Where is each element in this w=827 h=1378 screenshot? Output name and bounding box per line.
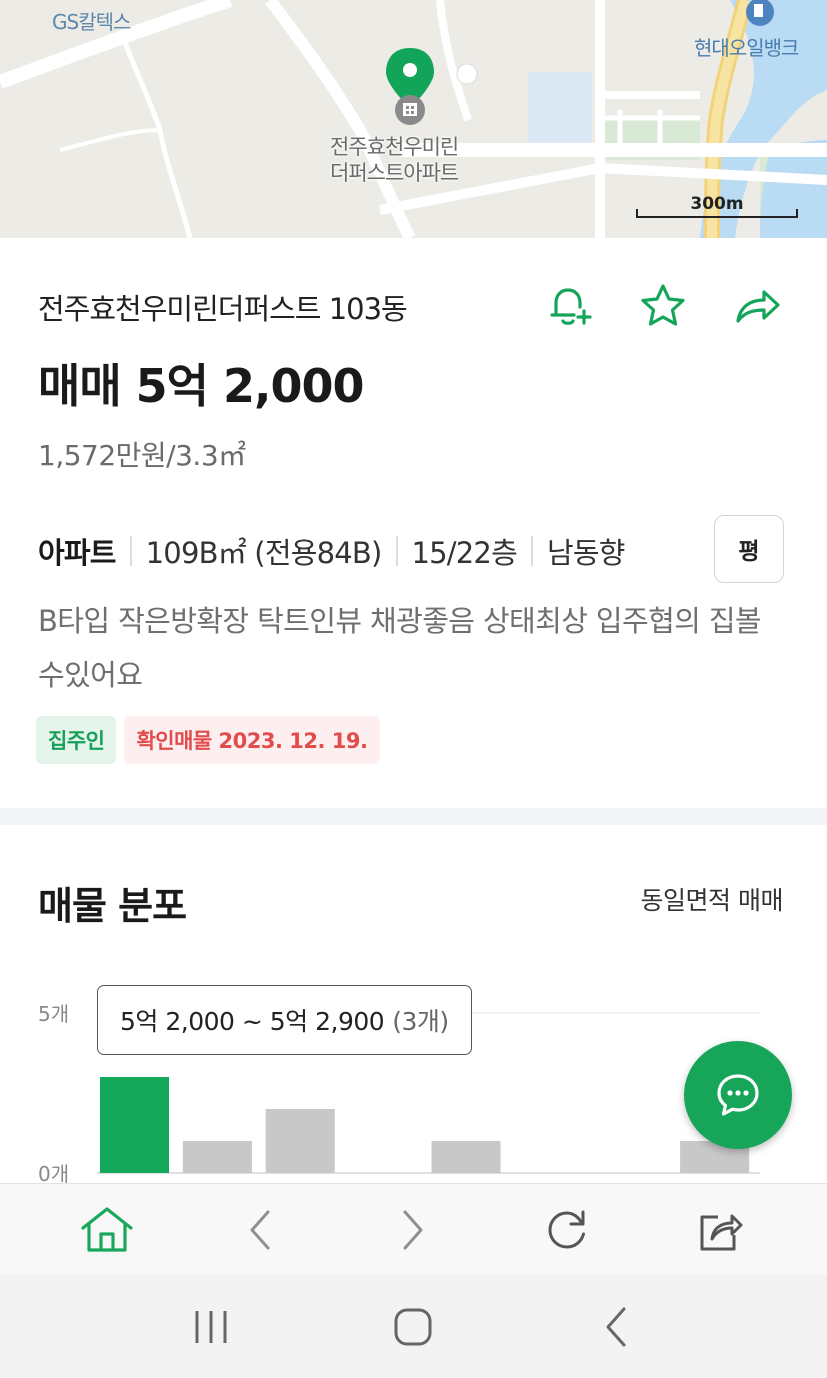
map-label-gs: GS칼텍스: [52, 10, 131, 34]
listing-actions: [543, 280, 783, 332]
recent-apps-button[interactable]: [166, 1282, 256, 1372]
system-back-icon: [606, 1307, 626, 1346]
listing-description: B타입 작은방확장 탁트인뷰 채광좋음 상태최상 입주협의 집볼수있어요: [38, 604, 762, 692]
browser-forward-button[interactable]: [373, 1190, 453, 1270]
system-home-button[interactable]: [368, 1282, 458, 1372]
share-button[interactable]: [731, 280, 783, 332]
browser-toolbar: [0, 1183, 827, 1275]
map-scale-bar: [636, 209, 798, 218]
share-arrow-icon: [736, 290, 780, 323]
forward-icon: [403, 1210, 423, 1249]
listing-info: 전주효천우미린더퍼스트 103동 매매 5억 2,000 1,572만원/3.3…: [0, 238, 827, 808]
property-floor: 15/22층: [411, 536, 518, 570]
home-icon: [81, 1206, 133, 1252]
map-view[interactable]: GS칼텍스 현대오일뱅크 전주효천우미린 더퍼스트아파트 300m: [0, 0, 827, 238]
browser-refresh-button[interactable]: [527, 1190, 607, 1270]
chart-bar[interactable]: [100, 1077, 169, 1173]
browser-home-button[interactable]: [67, 1190, 147, 1270]
chart-bar[interactable]: [182, 1141, 252, 1173]
back-icon: [250, 1210, 270, 1249]
refresh-icon: [548, 1210, 585, 1249]
unit-price: 1,572만원/3.3㎡: [38, 439, 246, 472]
spec-divider: [530, 536, 533, 566]
tooltip-range: 5억 2,000 ~ 5억 2,900: [120, 1007, 385, 1036]
notify-button[interactable]: [543, 280, 595, 332]
chart-ytick-label: 0개: [38, 1162, 69, 1183]
bell-plus-icon: [550, 288, 592, 325]
recent-apps-icon: [195, 1310, 227, 1343]
chat-bubble-icon: [717, 1074, 759, 1116]
home-circle-icon: [394, 1308, 432, 1345]
chart-tooltip: 5억 2,000 ~ 5억 2,900 (3개): [97, 985, 472, 1055]
chart-bar[interactable]: [431, 1141, 501, 1173]
listing-price: 매매 5억 2,000: [38, 359, 364, 413]
spec-divider: [395, 536, 398, 566]
pyeong-toggle-button[interactable]: 평: [714, 515, 784, 583]
map-marker-label-line2[interactable]: 더퍼스트아파트: [330, 160, 459, 186]
share-icon: [700, 1214, 743, 1250]
favorite-button[interactable]: [637, 280, 689, 332]
property-type: 아파트: [38, 536, 116, 570]
browser-share-button[interactable]: [680, 1190, 760, 1270]
chart-ytick-label: 5개: [38, 1002, 69, 1026]
map-label-hyundai: 현대오일뱅크: [694, 36, 799, 60]
owner-badge: 집주인: [36, 716, 117, 764]
tooltip-count: (3개): [392, 1007, 449, 1036]
system-navigation-bar: [0, 1275, 827, 1378]
listing-tags: 집주인 확인매물 2023. 12. 19.: [36, 716, 380, 764]
system-back-button[interactable]: [571, 1282, 661, 1372]
property-area: 109B㎡ (전용84B): [145, 536, 383, 570]
distribution-section: 매물 분포 동일면적 매매 5개 0개 5억 2,000 ~ 5억 2,900 (…: [0, 825, 827, 1183]
spec-divider: [129, 536, 132, 566]
section-divider: [0, 808, 827, 825]
map-scale: 300m: [636, 194, 798, 220]
chat-fab-button[interactable]: [684, 1041, 792, 1149]
listing-title: 전주효천우미린더퍼스트 103동: [38, 292, 408, 326]
verified-badge: 확인매물 2023. 12. 19.: [124, 716, 380, 764]
listing-specs: 아파트 109B㎡ (전용84B) 15/22층 남동향: [38, 530, 625, 572]
chart-bar[interactable]: [265, 1109, 335, 1173]
star-icon: [641, 284, 685, 326]
browser-back-button[interactable]: [220, 1190, 300, 1270]
map-marker-label-line1[interactable]: 전주효천우미린: [330, 134, 459, 160]
property-direction: 남동향: [546, 536, 625, 570]
